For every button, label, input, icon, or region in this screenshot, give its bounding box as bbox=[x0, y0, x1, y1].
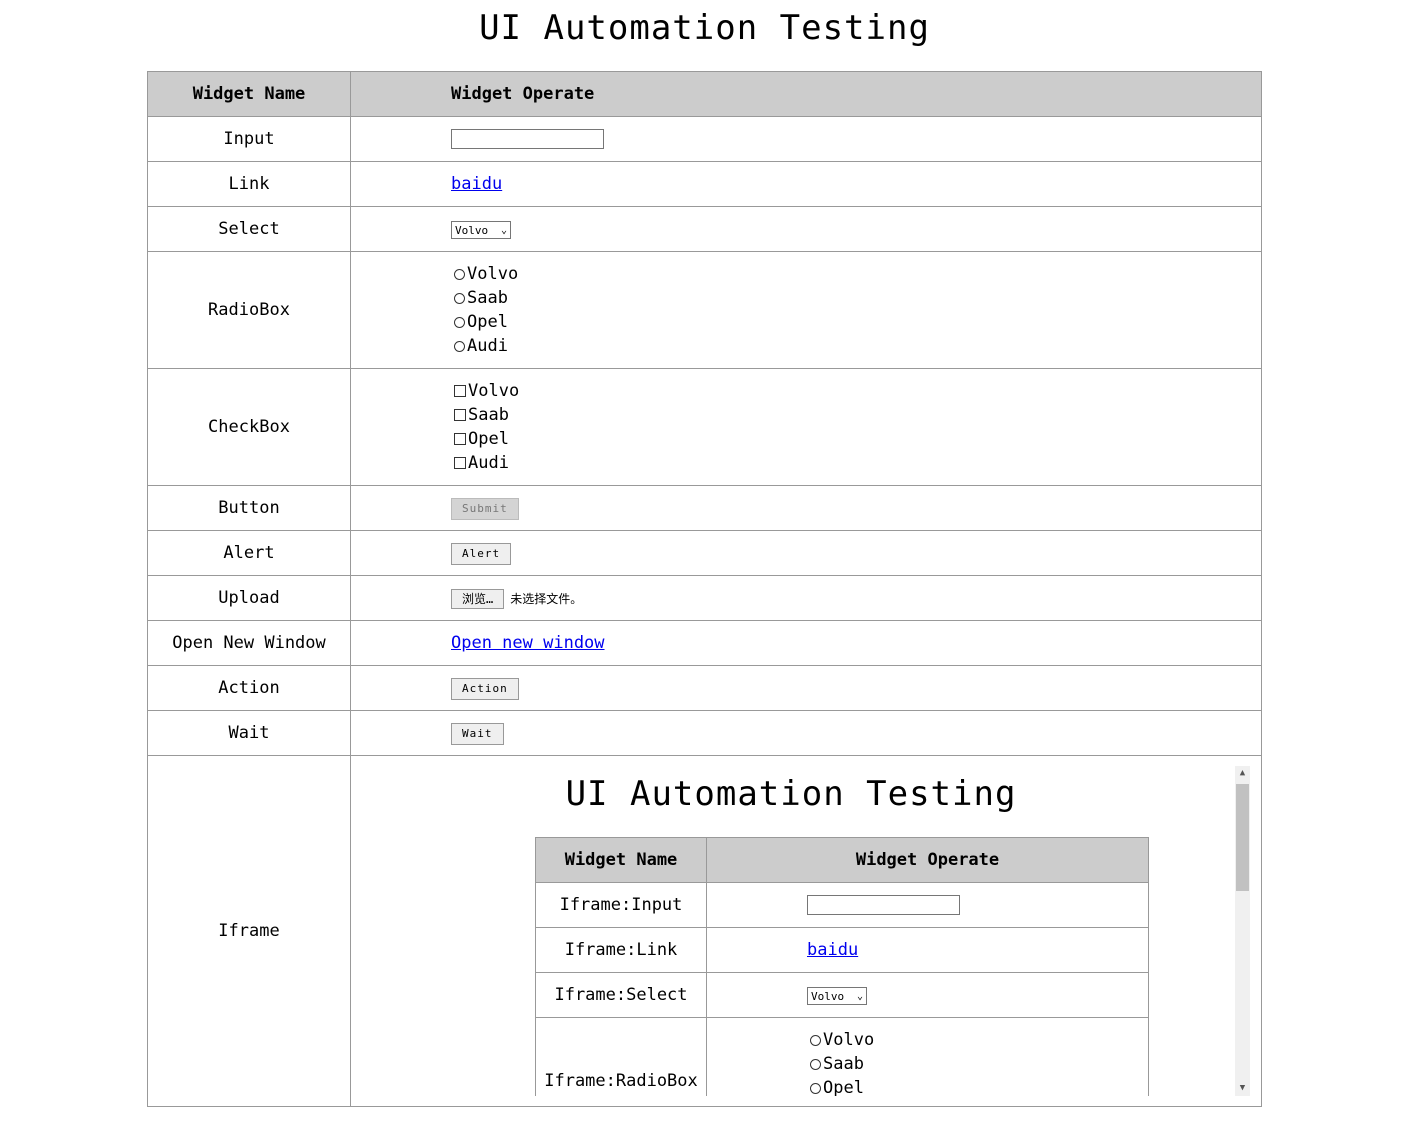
car-select-value: Volvo bbox=[455, 224, 489, 237]
page-title: UI Automation Testing bbox=[479, 8, 930, 48]
table-row: Iframe:Select Volvo ⌄ bbox=[535, 972, 1149, 1018]
open-new-window-link[interactable]: Open new window bbox=[451, 633, 605, 653]
row-label-iframe: Iframe bbox=[147, 755, 351, 1107]
iframe-header-widget-operate: Widget Operate bbox=[706, 837, 1149, 883]
radio-label: Saab bbox=[467, 288, 508, 308]
table-row: Iframe:Link baidu bbox=[535, 927, 1149, 973]
chevron-down-icon: ⌄ bbox=[500, 225, 507, 236]
table-row: Alert Alert bbox=[147, 530, 1262, 576]
radio-label: Saab bbox=[823, 1054, 864, 1074]
scroll-up-arrow-icon[interactable]: ▲ bbox=[1235, 766, 1250, 781]
checkbox-option[interactable]: Saab bbox=[449, 403, 1261, 427]
checkbox-icon[interactable] bbox=[454, 457, 466, 469]
iframe-text-input[interactable] bbox=[807, 895, 960, 915]
iframe-header-row: Widget Name Widget Operate bbox=[535, 837, 1149, 883]
checkbox-icon[interactable] bbox=[454, 433, 466, 445]
table-row: Wait Wait bbox=[147, 710, 1262, 756]
iframe-scrollbar[interactable]: ▲ ▼ bbox=[1235, 766, 1250, 1096]
radio-option[interactable]: Opel bbox=[449, 310, 1261, 334]
iframe-baidu-link[interactable]: baidu bbox=[807, 940, 858, 960]
header-widget-name: Widget Name bbox=[147, 71, 351, 117]
widget-table: Widget Name Widget Operate Input Link ba… bbox=[147, 71, 1262, 1107]
scrollbar-thumb[interactable] bbox=[1236, 784, 1249, 891]
radio-icon[interactable] bbox=[454, 269, 465, 280]
checkbox-icon[interactable] bbox=[454, 409, 466, 421]
chevron-down-icon: ⌄ bbox=[856, 991, 863, 1002]
file-status-text: 未选择文件。 bbox=[510, 591, 583, 606]
checkbox-label: Audi bbox=[468, 453, 509, 473]
baidu-link[interactable]: baidu bbox=[451, 174, 502, 194]
text-input[interactable] bbox=[451, 129, 604, 149]
radio-label: Volvo bbox=[823, 1030, 875, 1050]
radio-icon[interactable] bbox=[454, 317, 465, 328]
radio-option[interactable]: Saab bbox=[449, 286, 1261, 310]
radio-label: Audi bbox=[467, 336, 508, 356]
iframe-widget-table: Widget Name Widget Operate Iframe:Input … bbox=[535, 837, 1149, 1096]
row-label-radiobox: RadioBox bbox=[147, 251, 351, 369]
table-row: RadioBox Volvo Saab Opel Audi bbox=[147, 251, 1262, 369]
iframe-row-label-input: Iframe:Input bbox=[535, 882, 707, 928]
checkbox-option[interactable]: Opel bbox=[449, 427, 1261, 451]
iframe-radio-option[interactable]: Volvo bbox=[805, 1028, 1148, 1052]
table-header-row: Widget Name Widget Operate bbox=[147, 71, 1262, 117]
iframe-car-select-value: Volvo bbox=[811, 990, 845, 1003]
header-widget-operate: Widget Operate bbox=[350, 71, 1262, 117]
table-row: Select Volvo ⌄ bbox=[147, 206, 1262, 252]
row-label-link: Link bbox=[147, 161, 351, 207]
radio-icon[interactable] bbox=[810, 1059, 821, 1070]
table-row: Button Submit bbox=[147, 485, 1262, 531]
row-label-action: Action bbox=[147, 665, 351, 711]
row-label-upload: Upload bbox=[147, 575, 351, 621]
radio-icon[interactable] bbox=[454, 293, 465, 304]
browse-file-button[interactable]: 浏览… bbox=[451, 588, 505, 609]
iframe-radio-option[interactable]: Saab bbox=[805, 1052, 1148, 1076]
radio-label: Volvo bbox=[467, 264, 519, 284]
car-select[interactable]: Volvo ⌄ bbox=[451, 221, 511, 239]
row-label-input: Input bbox=[147, 116, 351, 162]
checkbox-option[interactable]: Audi bbox=[449, 451, 1261, 475]
checkbox-label: Volvo bbox=[468, 381, 520, 401]
table-row: Iframe:RadioBox Volvo Saab Opel bbox=[535, 1017, 1149, 1096]
iframe-header-widget-name: Widget Name bbox=[535, 837, 707, 883]
radio-label: Opel bbox=[467, 312, 508, 332]
iframe-radio-option[interactable]: Opel bbox=[805, 1076, 1148, 1096]
table-row: Iframe UI Automation Testing Widget Name… bbox=[147, 755, 1262, 1107]
row-label-open-new-window: Open New Window bbox=[147, 620, 351, 666]
row-label-button: Button bbox=[147, 485, 351, 531]
radio-option[interactable]: Audi bbox=[449, 334, 1261, 358]
iframe-container[interactable]: UI Automation Testing Widget Name Widget… bbox=[350, 755, 1262, 1107]
row-label-alert: Alert bbox=[147, 530, 351, 576]
iframe-row-label-select: Iframe:Select bbox=[535, 972, 707, 1018]
table-row: Iframe:Input bbox=[535, 882, 1149, 928]
table-row: Upload 浏览… 未选择文件。 bbox=[147, 575, 1262, 621]
checkbox-icon[interactable] bbox=[454, 385, 466, 397]
radio-icon[interactable] bbox=[810, 1035, 821, 1046]
iframe-car-select[interactable]: Volvo ⌄ bbox=[807, 987, 867, 1005]
radio-icon[interactable] bbox=[810, 1083, 821, 1094]
iframe-viewport[interactable]: UI Automation Testing Widget Name Widget… bbox=[351, 756, 1261, 1096]
table-row: Input bbox=[147, 116, 1262, 162]
table-row: CheckBox Volvo Saab Opel Audi bbox=[147, 368, 1262, 486]
row-label-select: Select bbox=[147, 206, 351, 252]
table-row: Action Action bbox=[147, 665, 1262, 711]
row-label-wait: Wait bbox=[147, 710, 351, 756]
row-label-checkbox: CheckBox bbox=[147, 368, 351, 486]
checkbox-label: Opel bbox=[468, 429, 509, 449]
table-row: Open New Window Open new window bbox=[147, 620, 1262, 666]
iframe-page-title: UI Automation Testing bbox=[565, 774, 1017, 814]
table-row: Link baidu bbox=[147, 161, 1262, 207]
scroll-down-arrow-icon[interactable]: ▼ bbox=[1235, 1081, 1250, 1096]
iframe-row-label-radiobox: Iframe:RadioBox bbox=[535, 1017, 707, 1096]
alert-button[interactable]: Alert bbox=[451, 542, 512, 565]
action-button[interactable]: Action bbox=[451, 677, 519, 700]
radio-option[interactable]: Volvo bbox=[449, 262, 1261, 286]
iframe-row-label-link: Iframe:Link bbox=[535, 927, 707, 973]
radio-label: Opel bbox=[823, 1078, 864, 1096]
checkbox-option[interactable]: Volvo bbox=[449, 379, 1261, 403]
submit-button[interactable]: Submit bbox=[451, 497, 519, 520]
checkbox-label: Saab bbox=[468, 405, 509, 425]
radio-icon[interactable] bbox=[454, 341, 465, 352]
wait-button[interactable]: Wait bbox=[451, 722, 504, 745]
